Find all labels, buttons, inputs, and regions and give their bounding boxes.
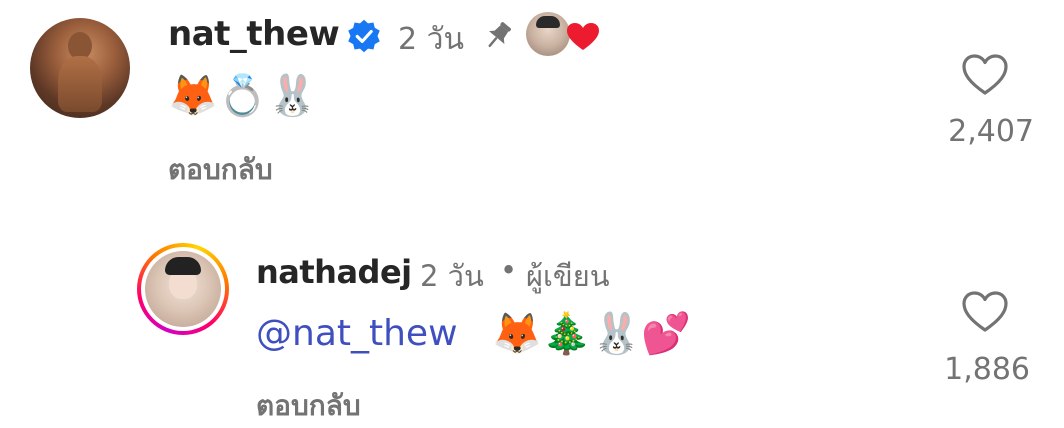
commenter-avatar[interactable] (30, 18, 130, 118)
mention-link[interactable]: @nat_thew (256, 313, 458, 354)
reply-button[interactable]: ตอบกลับ (168, 148, 273, 192)
reply-button-2[interactable]: ตอบกลับ (256, 384, 361, 428)
verified-badge-icon (348, 19, 380, 53)
like-count-2: 1,886 (944, 352, 1030, 387)
like-count: 2,407 (948, 114, 1034, 149)
comment-text: 🦊💍🐰 (168, 73, 318, 119)
comment-username[interactable]: nat_thew (168, 14, 340, 54)
like-heart-icon[interactable] (961, 53, 1009, 97)
reply-username[interactable]: nathadej (256, 253, 412, 291)
author-liked-avatar (526, 12, 570, 56)
like-heart-icon[interactable] (961, 290, 1009, 334)
author-badge: ผู้เขียน (526, 259, 610, 293)
reply-time: 2 วัน (420, 259, 484, 293)
reply-avatar[interactable] (137, 243, 229, 335)
comment-time: 2 วัน (398, 22, 464, 57)
pin-icon (488, 22, 511, 48)
author-liked-heart-icon (567, 23, 599, 50)
reply-text: 🦊🎄🐰💕 (492, 311, 692, 357)
meta-separator: • (500, 253, 518, 287)
